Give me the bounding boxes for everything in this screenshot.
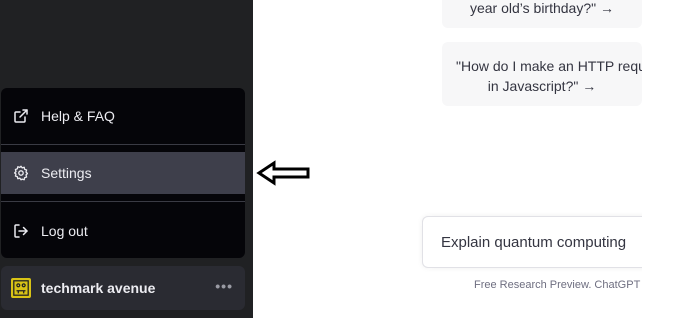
sidebar: Help & FAQ Settings Log out techmark ave… [0,0,253,318]
user-menu: Help & FAQ Settings Log out [1,88,245,258]
example-prompt-text: year old’s birthday?" → [469,0,614,16]
user-name: techmark avenue [41,280,156,296]
example-prompt-text: in Javascript?" → [487,78,597,94]
external-link-icon [13,108,29,124]
pointer-arrow-icon [256,160,310,186]
window-edge [642,0,692,318]
more-options-icon[interactable]: ••• [215,278,233,294]
menu-divider [1,144,245,145]
message-input[interactable] [439,232,653,252]
menu-item-label: Log out [41,223,88,239]
menu-item-settings[interactable]: Settings [1,152,245,194]
menu-item-help-faq[interactable]: Help & FAQ [1,95,245,137]
message-composer [422,216,653,268]
example-prompt-card[interactable]: year old’s birthday?" → [442,0,642,28]
example-prompt-text: "How do I make an HTTP reque [456,58,642,74]
menu-item-label: Settings [41,165,92,181]
user-account-button[interactable]: techmark avenue ••• [1,266,245,310]
menu-item-log-out[interactable]: Log out [1,210,245,252]
gear-icon [13,165,29,181]
menu-divider [1,201,245,202]
example-prompt-card[interactable]: "How do I make an HTTP reque in Javascri… [442,42,642,106]
menu-item-label: Help & FAQ [41,108,115,124]
logout-icon [13,223,29,239]
avatar [11,278,31,298]
footer-disclaimer: Free Research Preview. ChatGPT [474,279,641,291]
